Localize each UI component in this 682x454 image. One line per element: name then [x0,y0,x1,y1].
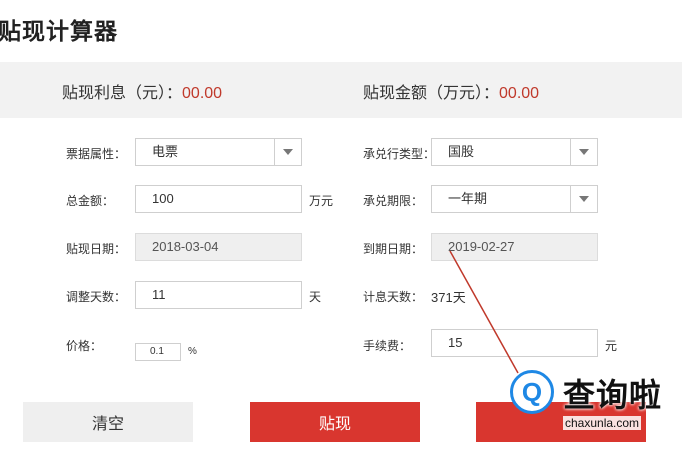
chevron-down-icon[interactable] [570,186,597,212]
discount-interest-value: 00.00 [182,85,223,102]
bill-type-value: 电票 [152,144,179,159]
discount-interest-label: 贴现利息（元）： [62,85,183,102]
bill-type-label: 票据属性： [66,147,127,161]
adjust-days-value: 11 [152,287,166,302]
discount-amount-value: 00.00 [499,85,540,102]
adjust-days-label: 调整天数： [66,290,127,304]
price-unit: % [188,346,197,357]
chevron-down-icon[interactable] [570,139,597,165]
term-label: 承兑期限： [363,194,424,208]
annotation-arrow [449,250,519,374]
term-select[interactable]: 一年期 [431,185,598,213]
discount-date-label: 贴现日期： [66,242,127,256]
total-amount-input[interactable]: 100 [135,185,302,213]
adjust-days-input[interactable]: 11 [135,281,302,309]
magnifier-logo-icon: Q [510,370,554,414]
summary-bar: 贴现利息（元）：00.00 贴现金额（万元）：00.00 [0,62,682,118]
total-amount-value: 100 [152,191,174,206]
bank-type-value: 国股 [448,144,475,159]
total-amount-label: 总金额： [66,194,115,208]
bank-type-label: 承兑行类型： [363,147,436,161]
price-input[interactable]: 0.1 [135,343,181,361]
discount-date-value: 2018-03-04 [152,239,219,254]
price-label: 价格： [66,339,103,353]
fee-label: 手续费： [363,339,412,353]
price-value: 0.1 [150,346,164,357]
discount-amount-label: 贴现金额（万元）： [363,85,500,102]
discount-amount-summary: 贴现金额（万元）：00.00 [363,79,539,103]
adjust-days-unit: 天 [309,290,322,304]
total-amount-unit: 万元 [309,194,334,208]
discount-date-field[interactable]: 2018-03-04 [135,233,302,261]
watermark: Q 查询啦 chaxunla.com [505,368,665,438]
fee-unit: 元 [605,339,618,353]
due-date-label: 到期日期： [363,242,424,256]
interest-days-label: 计息天数： [363,290,424,304]
discount-interest-summary: 贴现利息（元）：00.00 [62,79,222,103]
term-value: 一年期 [448,191,488,206]
discount-button[interactable]: 贴现 [250,402,420,442]
page-title: 贴现计算器 [0,18,118,44]
bill-type-select[interactable]: 电票 [135,138,302,166]
bank-type-select[interactable]: 国股 [431,138,598,166]
clear-button[interactable]: 清空 [23,402,193,442]
watermark-text: 查询啦 [563,377,663,413]
watermark-url: chaxunla.com [563,416,642,430]
chevron-down-icon[interactable] [274,139,301,165]
